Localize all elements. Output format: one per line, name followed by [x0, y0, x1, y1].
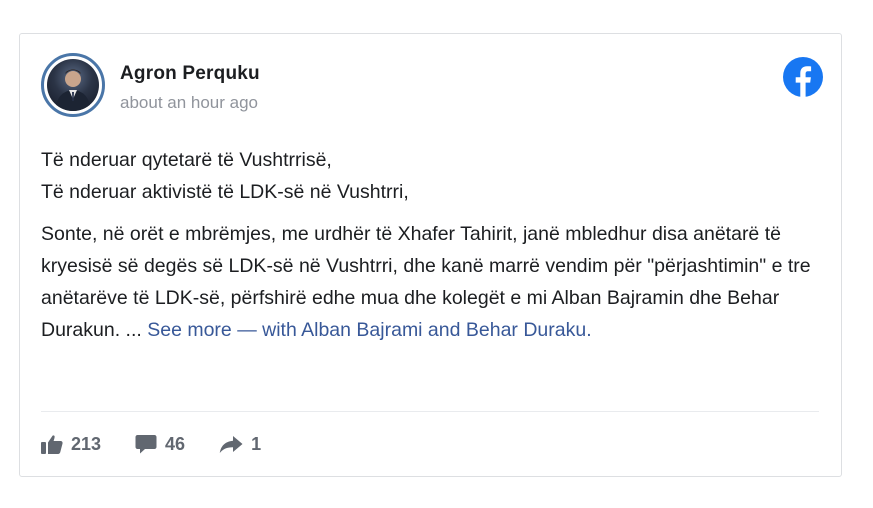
post-card: Agron Perquku about an hour ago Të nderu…	[19, 33, 842, 477]
divider	[41, 411, 819, 412]
comment-bubble-icon	[135, 435, 157, 454]
post-greeting: Të nderuar qytetarë të Vushtrrisë, Të nde…	[41, 144, 826, 208]
profile-photo-icon	[55, 69, 91, 111]
author-name[interactable]: Agron Perquku	[120, 63, 260, 85]
shares-stat[interactable]: 1	[219, 434, 261, 455]
comments-count: 46	[165, 433, 186, 454]
facebook-logo-icon[interactable]	[783, 57, 823, 97]
post-body: Sonte, në orët e mbrëmjes, me urdhër të …	[41, 218, 826, 346]
tagged-user-1[interactable]: Alban Bajrami	[301, 319, 422, 341]
share-arrow-icon	[219, 436, 243, 453]
thumbs-up-icon	[41, 435, 63, 454]
likes-count: 213	[71, 433, 102, 454]
greeting-line-2: Të nderuar aktivistë të LDK-së në Vushtr…	[41, 181, 409, 203]
see-more-link[interactable]: See more	[147, 319, 232, 341]
shares-count: 1	[251, 433, 262, 454]
tagged-user-2[interactable]: Behar Duraku	[466, 319, 586, 341]
post-timestamp[interactable]: about an hour ago	[120, 93, 258, 113]
comments-stat[interactable]: 46	[135, 434, 185, 455]
likes-stat[interactable]: 213	[41, 434, 101, 455]
avatar[interactable]	[41, 53, 105, 117]
and-text: and	[422, 319, 466, 341]
avatar-photo	[47, 59, 99, 111]
post-message: Të nderuar qytetarë të Vushtrrisë, Të nde…	[41, 144, 826, 346]
end-punctuation: .	[586, 319, 592, 341]
with-prefix: — with	[237, 319, 302, 341]
greeting-line-1: Të nderuar qytetarë të Vushtrrisë,	[41, 149, 332, 171]
engagement-stats: 213 46 1	[41, 430, 261, 458]
